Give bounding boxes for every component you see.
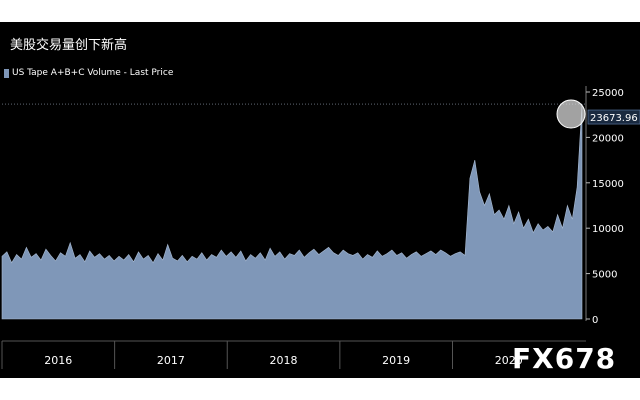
y-tick-label: 5000 bbox=[592, 270, 617, 281]
chart-page: 美股交易量创下新高 US Tape A+B+C Volume - Last Pr… bbox=[0, 0, 640, 400]
peak-highlight-circle bbox=[556, 99, 586, 129]
y-tick-label: 10000 bbox=[592, 224, 624, 235]
y-tick-label: 0 bbox=[592, 315, 598, 326]
x-tick-label: 2019 bbox=[382, 354, 410, 367]
y-tick-label: 20000 bbox=[592, 133, 624, 144]
x-tick-label: 2017 bbox=[157, 354, 185, 367]
watermark-logo: FX678 bbox=[512, 342, 617, 375]
last-value-label: 23673.96 bbox=[590, 113, 638, 124]
y-tick-label: 25000 bbox=[592, 88, 624, 99]
y-tick-label: 15000 bbox=[592, 179, 624, 190]
x-tick-label: 2016 bbox=[44, 354, 72, 367]
volume-area bbox=[1, 103, 583, 320]
chart-svg: 0 5000 10000 15000 20000 25000 23673.96 2016 201… bbox=[1, 86, 640, 369]
x-tick-label: 2018 bbox=[270, 354, 298, 367]
